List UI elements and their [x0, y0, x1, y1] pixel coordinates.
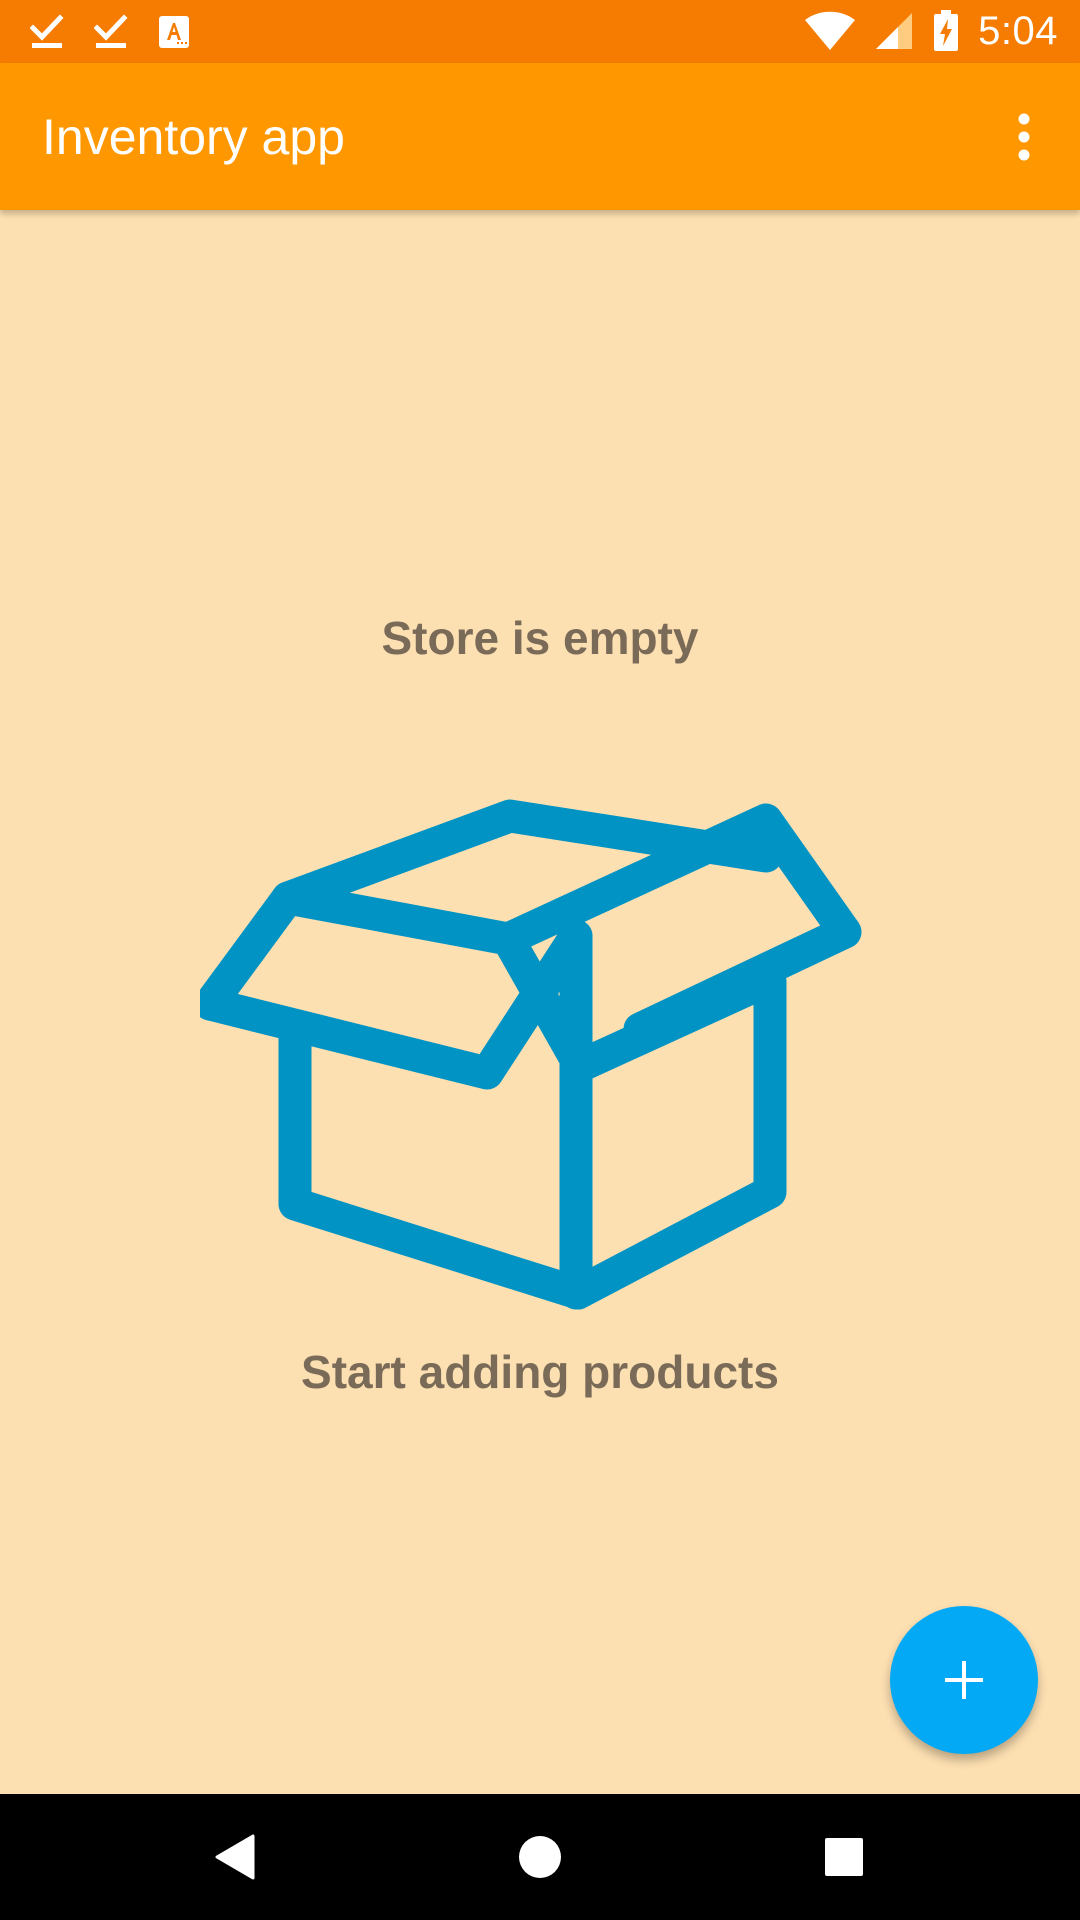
navigation-bar: [0, 1794, 1080, 1920]
recents-button[interactable]: [781, 1794, 907, 1920]
download-done-icon: [30, 14, 64, 48]
add-icon: [945, 1661, 983, 1699]
recents-icon: [825, 1838, 863, 1876]
overflow-menu-button[interactable]: [986, 99, 1062, 175]
back-button[interactable]: [172, 1794, 298, 1920]
cell-signal-icon: [876, 13, 913, 49]
home-icon: [519, 1836, 561, 1878]
wifi-icon: [805, 11, 856, 50]
home-button[interactable]: [477, 1794, 603, 1920]
empty-state: Store is empty Start adding products: [0, 210, 1080, 1794]
empty-state-subtitle: Start adding products: [301, 1346, 779, 1398]
status-bar: 5:04: [0, 0, 1080, 63]
system-icons: 5:04: [804, 6, 1058, 56]
app-bar: Inventory app: [0, 63, 1080, 210]
text-recognition-icon: [159, 16, 189, 48]
add-product-button[interactable]: [890, 1606, 1038, 1754]
battery-charging-icon: [934, 10, 959, 51]
notification-icons: [30, 8, 190, 56]
empty-state-title: Store is empty: [381, 612, 699, 664]
open-box-icon: [200, 799, 862, 1310]
download-done-icon: [94, 14, 128, 48]
status-time: 5:04: [978, 8, 1058, 53]
app-title: Inventory app: [42, 109, 345, 165]
more-vert-icon: [1018, 113, 1030, 161]
back-icon: [215, 1834, 255, 1880]
